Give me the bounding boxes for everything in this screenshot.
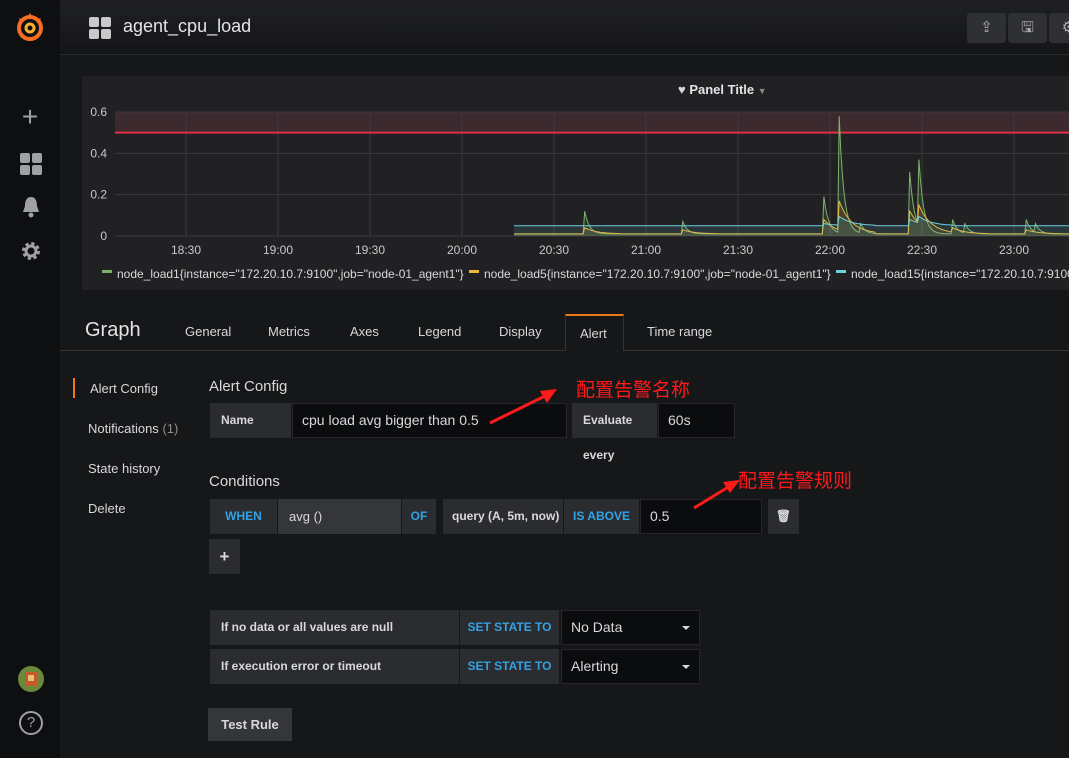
series-line <box>514 116 1069 235</box>
caret-down-icon <box>682 626 690 634</box>
save-button[interactable]: 🖫 <box>1008 13 1047 43</box>
gear-icon[interactable] <box>20 240 42 262</box>
legend-item: node_load5{instance="172.20.10.7:9100",j… <box>484 267 831 281</box>
save-icon: 🖫 <box>1021 19 1034 36</box>
legend-item: node_load1{instance="172.20.10.7:9100",j… <box>117 267 464 281</box>
gear-icon: ⚙ <box>1061 19 1069 36</box>
avatar[interactable] <box>17 665 45 693</box>
legend-swatch <box>102 270 112 273</box>
bell-icon[interactable] <box>20 196 42 218</box>
plus-icon[interactable]: + <box>15 102 45 132</box>
x-tick-label: 23:00 <box>999 243 1029 257</box>
active-nav-indicator <box>73 378 75 398</box>
top-navbar: agent_cpu_load ⇪ 🖫 ⚙ <box>60 0 1069 55</box>
evaluate-every-input[interactable]: 60s <box>658 403 735 438</box>
when-keyword: WHEN <box>210 499 277 534</box>
x-tick-label: 22:30 <box>907 243 937 257</box>
tab-alert[interactable]: Alert <box>565 314 624 351</box>
test-rule-button[interactable]: Test Rule <box>208 708 292 741</box>
name-label: Name <box>210 403 291 438</box>
notifications-count: (1) <box>162 421 179 436</box>
nav-delete[interactable]: Delete <box>88 501 126 516</box>
annotation-alert-name: 配置告警名称 <box>576 380 691 401</box>
legend-item: node_load15{instance="172.20.10.7:9100",… <box>851 267 1069 281</box>
caret-down-icon <box>682 665 690 673</box>
x-tick-label: 18:30 <box>171 243 201 257</box>
exec-error-state-select[interactable]: Alerting <box>561 649 700 684</box>
tab-time-range[interactable]: Time range <box>643 314 716 351</box>
x-tick-label: 21:30 <box>723 243 753 257</box>
dashboard-title[interactable]: agent_cpu_load <box>123 16 251 37</box>
help-icon[interactable]: ? <box>19 711 43 735</box>
exec-error-set-state: SET STATE TO <box>460 649 559 684</box>
sidebar: + ? <box>0 0 60 758</box>
threshold-region <box>115 112 1069 133</box>
y-tick-label: 0.2 <box>90 188 107 202</box>
chart[interactable]: 0 0.2 0.4 0.6 18:30 19:00 19:30 20:00 20:30 21:00… <box>82 76 1069 290</box>
y-tick-label: 0.6 <box>90 105 107 119</box>
y-tick-label: 0 <box>100 229 107 243</box>
tab-legend[interactable]: Legend <box>414 314 465 351</box>
nav-notifications-label: Notifications <box>88 421 159 436</box>
legend-swatch <box>469 270 479 273</box>
no-data-label: If no data or all values are null <box>210 610 459 645</box>
x-tick-label: 20:30 <box>539 243 569 257</box>
no-data-set-state: SET STATE TO <box>460 610 559 645</box>
settings-button[interactable]: ⚙ <box>1049 13 1069 43</box>
nav-notifications[interactable]: Notifications (1) <box>88 421 178 436</box>
alert-config-heading: Alert Config <box>209 378 288 395</box>
graph-panel: ♥ Panel Title ▼ 0 0.2 0.4 0.6 18:30 19:00 19:3… <box>82 76 1069 290</box>
annotation-arrow-icon <box>489 389 557 425</box>
exec-error-label: If execution error or timeout <box>210 649 459 684</box>
editor-heading: Graph <box>85 319 141 341</box>
of-keyword: OF <box>402 499 436 534</box>
tab-metrics[interactable]: Metrics <box>264 314 314 351</box>
nav-state-history[interactable]: State history <box>88 461 160 476</box>
x-tick-label: 21:00 <box>631 243 661 257</box>
tab-axes[interactable]: Axes <box>346 314 383 351</box>
series-area <box>514 116 1069 236</box>
add-condition-button[interactable]: + <box>209 539 240 574</box>
dashboards-icon[interactable] <box>20 153 42 175</box>
reducer-select[interactable]: avg () <box>278 499 401 534</box>
legend-swatch <box>836 270 846 273</box>
evaluate-every-label: Evaluate every <box>572 403 657 462</box>
no-data-state-select[interactable]: No Data <box>561 610 700 645</box>
tab-display[interactable]: Display <box>495 314 546 351</box>
exec-error-state-value: Alerting <box>571 658 619 674</box>
series-line <box>514 215 1069 227</box>
dashboard-grid-icon <box>89 17 111 39</box>
nav-alert-config[interactable]: Alert Config <box>90 381 158 396</box>
annotation-alert-rule: 配置告警规则 <box>738 471 853 492</box>
conditions-heading: Conditions <box>209 473 280 490</box>
x-tick-label: 20:00 <box>447 243 477 257</box>
x-tick-label: 19:30 <box>355 243 385 257</box>
grafana-logo[interactable] <box>14 11 46 43</box>
delete-condition-button[interactable]: 🗑 <box>768 499 799 534</box>
no-data-state-value: No Data <box>571 619 623 635</box>
query-select[interactable]: query (A, 5m, now) <box>443 499 563 534</box>
evaluator-select[interactable]: IS ABOVE <box>564 499 639 534</box>
x-tick-label: 19:00 <box>263 243 293 257</box>
x-tick-label: 22:00 <box>815 243 845 257</box>
share-button[interactable]: ⇪ <box>967 13 1006 43</box>
annotation-arrow-icon <box>693 480 740 510</box>
trash-icon: 🗑 <box>775 509 792 523</box>
tab-general[interactable]: General <box>181 314 235 351</box>
y-tick-label: 0.4 <box>90 146 107 160</box>
share-icon: ⇪ <box>980 19 993 36</box>
